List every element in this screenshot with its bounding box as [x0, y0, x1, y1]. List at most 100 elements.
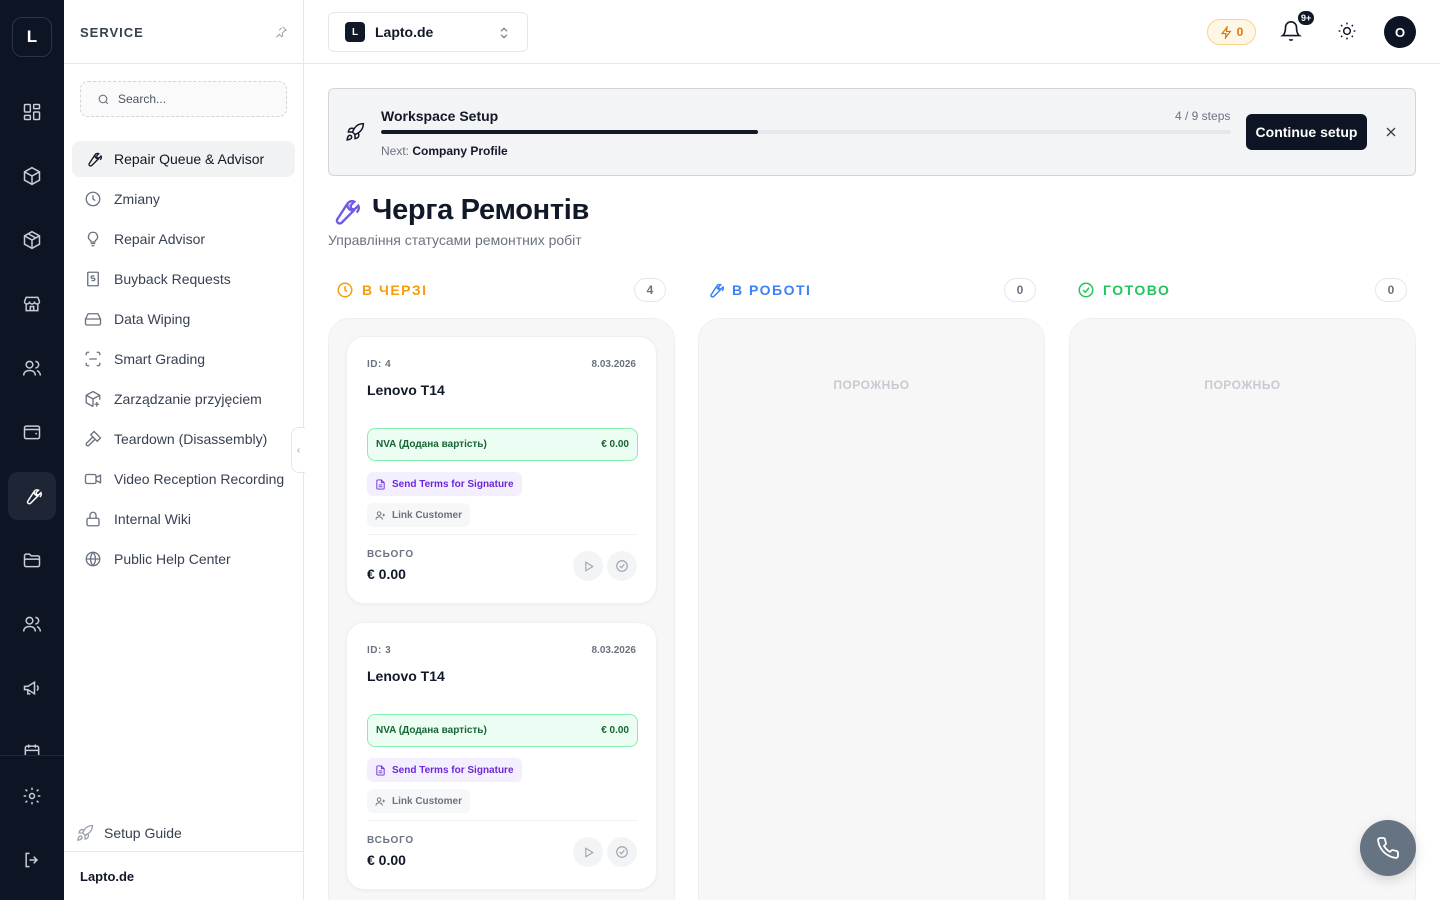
package-plus-icon	[84, 390, 102, 408]
repair-card[interactable]: ID: 3 8.03.2026 Lenovo T14 NVA (Додана в…	[346, 622, 657, 890]
chevron-up-down-icon	[497, 25, 511, 41]
play-icon[interactable]	[573, 551, 603, 581]
rail-wrench-icon[interactable]	[8, 472, 56, 520]
card-date: 8.03.2026	[591, 645, 637, 656]
user-plus-icon	[375, 796, 386, 807]
sidebar-search[interactable]	[80, 81, 287, 117]
play-icon[interactable]	[573, 837, 603, 867]
hard-drive-icon	[84, 310, 102, 328]
sidebar-item-internal-wiki[interactable]: Internal Wiki	[72, 501, 295, 537]
sidebar-item-repair-queue[interactable]: Repair Queue & Advisor	[72, 141, 295, 177]
app-logo[interactable]: L	[12, 17, 52, 57]
card-divider	[367, 820, 638, 821]
card-title: Lenovo T14	[367, 382, 445, 398]
sidebar-item-label: Data Wiping	[114, 311, 191, 327]
energy-count: 0	[1236, 25, 1244, 39]
sun-icon[interactable]	[1337, 21, 1357, 41]
column-label: В РОБОТІ	[732, 282, 812, 298]
top-bar: L Lapto.de 0 9+ O	[304, 0, 1440, 64]
lock-icon	[84, 510, 102, 528]
phone-call-button[interactable]	[1360, 820, 1416, 876]
nva-row[interactable]: NVA (Додана вартість) € 0.00	[367, 428, 638, 461]
sidebar: SERVICE Repair Queue & Advisor Zmiany Re…	[64, 0, 304, 900]
workspace-setup-banner: Workspace Setup 4 / 9 steps Next: Compan…	[328, 88, 1416, 176]
check-circle-icon[interactable]	[607, 837, 637, 867]
rail-box-icon[interactable]	[8, 216, 56, 264]
chevron-left-icon: ‹	[296, 444, 301, 456]
link-customer-button[interactable]: Link Customer	[367, 789, 471, 813]
rail-wallet-icon[interactable]	[8, 408, 56, 456]
rail-users-icon[interactable]	[8, 344, 56, 392]
send-terms-label: Send Terms for Signature	[392, 764, 514, 776]
rail-package-icon[interactable]	[8, 152, 56, 200]
hammer-icon	[84, 430, 102, 448]
nva-row[interactable]: NVA (Додана вартість) € 0.00	[367, 714, 638, 747]
sidebar-item-help-center[interactable]: Public Help Center	[72, 541, 295, 577]
rocket-icon	[345, 122, 365, 142]
notifications-badge: 9+	[1297, 10, 1316, 26]
sidebar-collapse-handle[interactable]: ‹	[291, 427, 305, 473]
file-icon	[375, 478, 386, 490]
sidebar-item-label: Video Reception Recording	[114, 471, 285, 487]
sidebar-item-data-wiping[interactable]: Data Wiping	[72, 301, 295, 337]
card-divider	[367, 534, 638, 535]
clock-icon	[84, 190, 102, 208]
nva-label: NVA (Додана вартість)	[376, 725, 487, 736]
link-customer-button[interactable]: Link Customer	[367, 503, 471, 527]
rail-store-icon[interactable]	[8, 280, 56, 328]
sidebar-header: SERVICE	[80, 24, 288, 40]
send-terms-label: Send Terms for Signature	[392, 478, 514, 490]
check-circle-icon	[1077, 281, 1095, 299]
scan-icon	[84, 350, 102, 368]
sidebar-item-teardown[interactable]: Teardown (Disassembly)	[72, 421, 295, 457]
rail-logout-icon[interactable]	[8, 836, 56, 884]
user-avatar[interactable]: O	[1384, 16, 1416, 48]
close-icon[interactable]	[1383, 124, 1399, 140]
wrench-icon	[706, 281, 724, 299]
rail-megaphone-icon[interactable]	[8, 664, 56, 712]
card-date: 8.03.2026	[591, 359, 637, 370]
banner-steps: 4 / 9 steps	[1175, 109, 1231, 123]
check-circle-icon[interactable]	[607, 551, 637, 581]
clock-icon	[336, 281, 354, 299]
total-value: € 0.00	[367, 566, 406, 582]
rocket-icon	[76, 824, 94, 842]
repair-card[interactable]: ID: 4 8.03.2026 Lenovo T14 NVA (Додана в…	[346, 336, 657, 604]
app-rail: L	[0, 0, 64, 900]
sidebar-item-label: Zarządzanie przyjęciem	[114, 391, 262, 407]
rail-calendar-icon[interactable]	[8, 728, 56, 755]
sidebar-item-label: Buyback Requests	[114, 271, 231, 287]
sidebar-item-label: Internal Wiki	[114, 511, 192, 527]
sidebar-item-label: Zmiany	[114, 191, 160, 207]
sidebar-item-label: Teardown (Disassembly)	[114, 431, 268, 447]
continue-setup-button[interactable]: Continue setup	[1246, 114, 1367, 150]
pin-icon[interactable]	[274, 25, 288, 39]
rail-folder-icon[interactable]	[8, 536, 56, 584]
rail-team-icon[interactable]	[8, 600, 56, 648]
nva-value: € 0.00	[601, 439, 629, 450]
next-label: Next:	[381, 144, 410, 158]
sidebar-item-video-reception[interactable]: Video Reception Recording	[72, 461, 295, 497]
send-terms-button[interactable]: Send Terms for Signature	[367, 758, 522, 782]
energy-badge[interactable]: 0	[1207, 19, 1256, 45]
banner-next-step: Next: Company Profile	[381, 144, 508, 158]
user-plus-icon	[375, 510, 386, 521]
search-input[interactable]	[118, 92, 278, 106]
banner-title: Workspace Setup	[381, 108, 499, 124]
sidebar-item-repair-advisor[interactable]: Repair Advisor	[72, 221, 295, 257]
column-empty-text: ПОРОЖНЬО	[833, 378, 910, 392]
sidebar-nav: Repair Queue & Advisor Zmiany Repair Adv…	[72, 141, 295, 581]
send-terms-button[interactable]: Send Terms for Signature	[367, 472, 522, 496]
sidebar-item-smart-grading[interactable]: Smart Grading	[72, 341, 295, 377]
card-id: ID: 3	[367, 645, 392, 656]
setup-guide-link[interactable]: Setup Guide	[76, 820, 182, 846]
rail-settings-icon[interactable]	[8, 772, 56, 820]
rail-dashboard-icon[interactable]	[8, 88, 56, 136]
lightning-icon	[1220, 25, 1233, 39]
workspace-select[interactable]: L Lapto.de	[328, 12, 528, 52]
link-customer-label: Link Customer	[392, 795, 463, 807]
sidebar-item-reception[interactable]: Zarządzanie przyjęciem	[72, 381, 295, 417]
sidebar-item-zmiany[interactable]: Zmiany	[72, 181, 295, 217]
sidebar-item-buyback[interactable]: Buyback Requests	[72, 261, 295, 297]
sidebar-title: SERVICE	[80, 24, 144, 40]
